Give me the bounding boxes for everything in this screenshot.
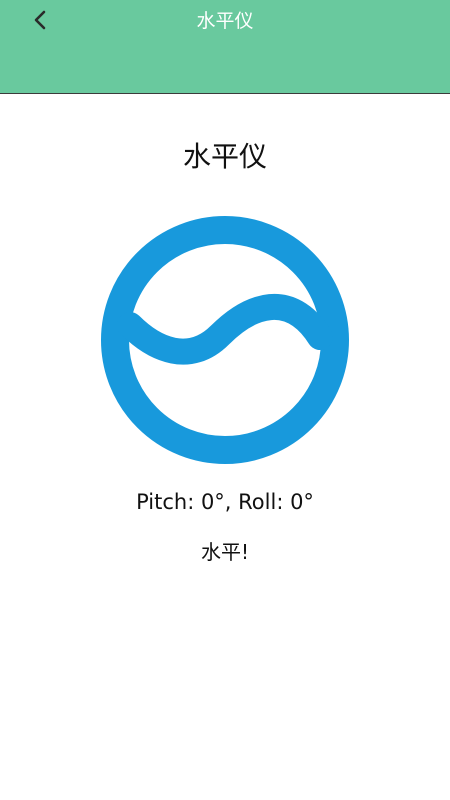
- level-status: 水平!: [200, 540, 250, 564]
- header-title: 水平仪: [196, 10, 254, 32]
- page-title: 水平仪: [182, 140, 267, 173]
- level-indicator: [100, 215, 350, 465]
- pitch-roll-readout: Pitch: 0°, Roll: 0°: [136, 490, 314, 514]
- level-wave-icon: [101, 216, 349, 464]
- app-header: 水平仪: [0, 0, 450, 94]
